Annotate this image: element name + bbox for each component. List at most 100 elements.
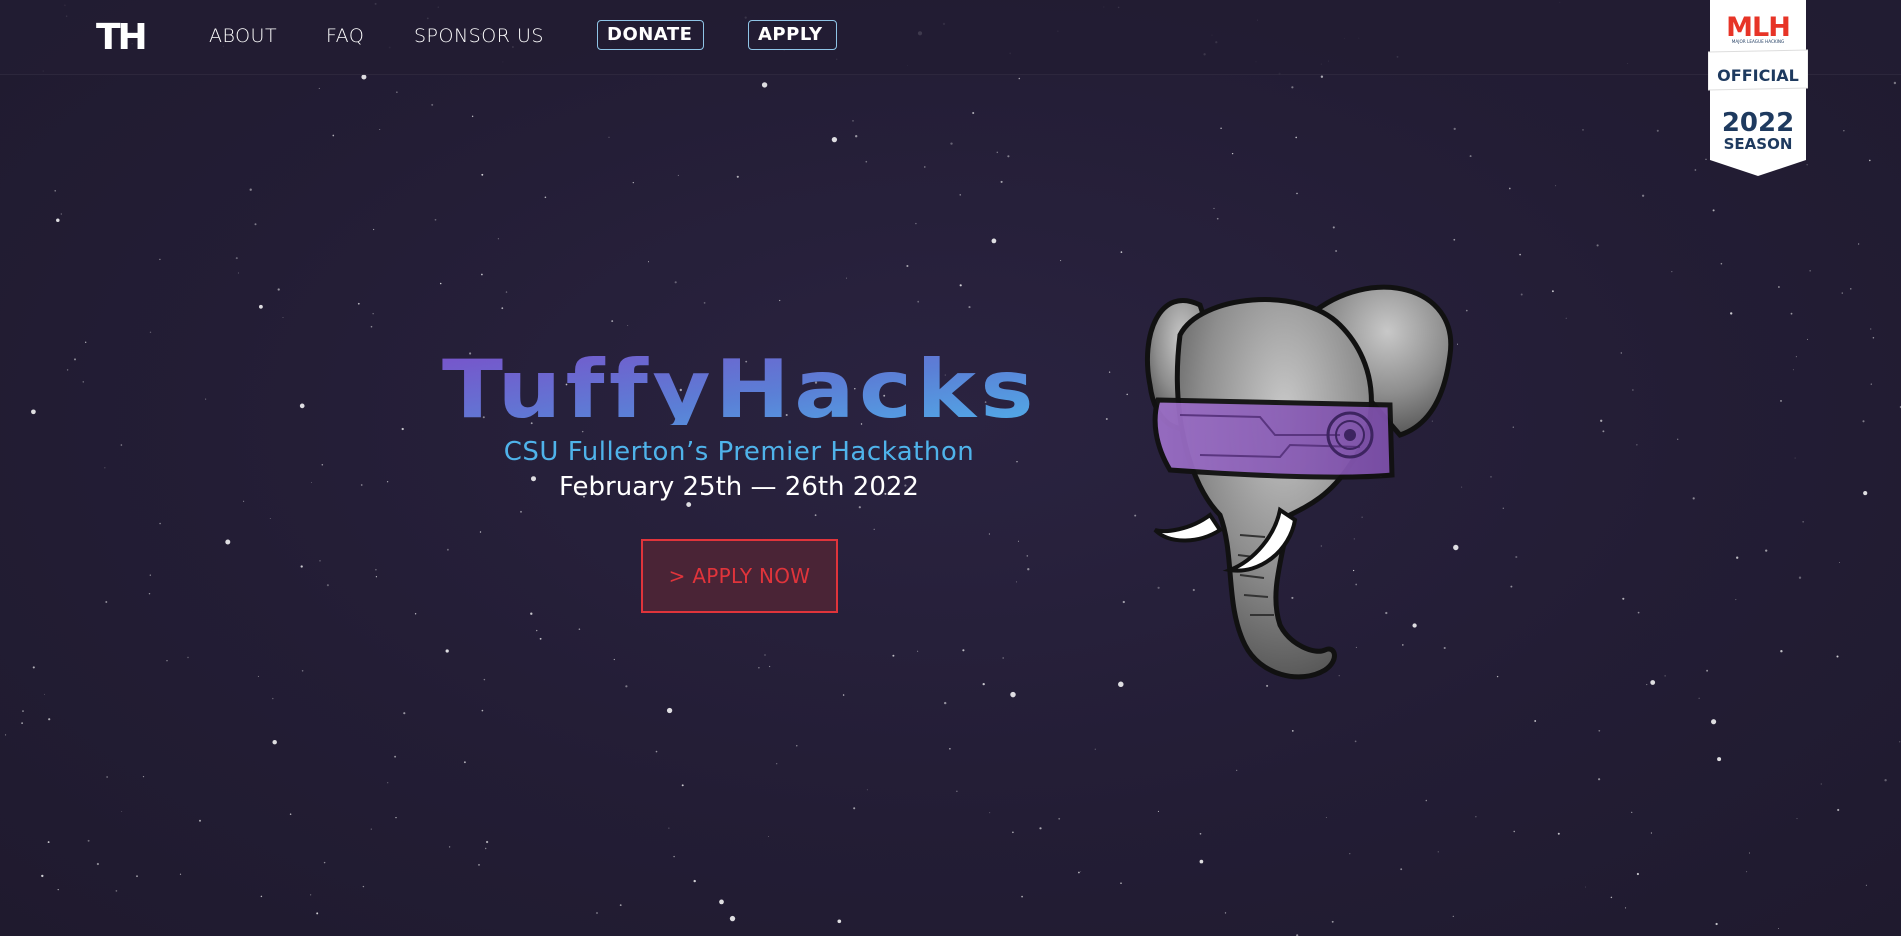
tuffyhacks-logo[interactable]: TH	[96, 16, 156, 56]
star	[254, 223, 257, 226]
star	[1216, 217, 1219, 220]
star	[1765, 549, 1768, 552]
star	[1400, 868, 1403, 871]
star	[1636, 444, 1638, 446]
star	[1015, 581, 1018, 583]
star	[105, 601, 108, 603]
star	[686, 502, 692, 508]
star	[44, 693, 45, 695]
star	[530, 612, 533, 615]
star	[120, 444, 123, 446]
star	[1453, 127, 1456, 131]
star	[1157, 810, 1159, 812]
star	[1796, 818, 1798, 820]
star	[282, 316, 284, 318]
star	[666, 707, 673, 714]
star	[1636, 872, 1639, 876]
star	[463, 761, 466, 764]
star	[1646, 684, 1648, 686]
hero-subtitle: CSU Fullerton’s Premier Hackathon	[503, 437, 975, 467]
star	[796, 745, 798, 747]
star	[414, 613, 417, 615]
star	[520, 510, 522, 513]
star	[1694, 169, 1697, 171]
star	[375, 568, 377, 571]
star	[1620, 352, 1623, 354]
star	[1837, 808, 1840, 812]
star	[1869, 159, 1871, 162]
star	[1469, 155, 1472, 158]
star	[1496, 675, 1499, 678]
star	[148, 592, 151, 595]
star	[949, 748, 951, 750]
star	[1736, 556, 1739, 559]
star	[1018, 77, 1021, 80]
star	[632, 181, 634, 184]
star	[581, 430, 584, 433]
star	[814, 514, 817, 517]
star	[299, 403, 305, 409]
star	[235, 257, 238, 260]
star	[372, 313, 374, 315]
star	[1012, 831, 1014, 834]
star	[310, 894, 312, 896]
star	[729, 915, 736, 922]
star	[1600, 419, 1603, 422]
hero-title: TuffyHacks	[442, 345, 1038, 425]
star	[924, 166, 926, 168]
star	[991, 238, 997, 244]
star	[1870, 328, 1872, 330]
apply-now-button[interactable]: > APPLY NOW	[641, 539, 838, 613]
star	[1730, 312, 1733, 315]
star	[544, 196, 547, 199]
mlh-official-badge[interactable]: MLH MAJOR LEAGUE HACKING OFFICIAL 2022 S…	[1708, 0, 1808, 176]
star	[758, 667, 760, 669]
star	[1870, 383, 1872, 385]
star	[54, 190, 56, 192]
star	[768, 836, 770, 837]
mlh-season: SEASON	[1724, 135, 1793, 153]
donate-button[interactable]: DONATE	[597, 20, 704, 50]
star	[1551, 290, 1554, 293]
star	[988, 533, 990, 535]
mlh-official-label: OFFICIAL	[1717, 66, 1799, 85]
star	[370, 325, 373, 328]
star	[446, 548, 449, 551]
star	[1060, 260, 1062, 262]
apply-button[interactable]: APPLY	[748, 20, 837, 50]
star	[31, 409, 36, 415]
star	[1794, 457, 1796, 459]
star	[323, 861, 326, 864]
star	[149, 574, 151, 576]
star	[989, 812, 991, 814]
star	[776, 763, 778, 765]
star	[1893, 81, 1897, 85]
nav-link-about[interactable]: ABOUT	[209, 25, 277, 47]
star	[1039, 827, 1042, 830]
star	[403, 712, 406, 715]
star	[956, 790, 958, 792]
star	[1231, 152, 1234, 155]
star	[1650, 680, 1656, 685]
star	[1705, 158, 1707, 160]
star	[1510, 585, 1513, 588]
star	[1080, 871, 1082, 872]
star	[21, 722, 23, 724]
star	[448, 846, 451, 848]
star	[855, 135, 858, 138]
star	[1717, 757, 1722, 762]
star	[1534, 720, 1537, 722]
star	[1490, 476, 1492, 478]
star	[1122, 600, 1125, 604]
star	[1778, 927, 1779, 929]
star	[243, 500, 245, 502]
star	[357, 302, 360, 305]
hero-title-wordmark: TuffyHacks	[442, 345, 1038, 425]
star	[1780, 650, 1783, 653]
star	[655, 750, 658, 753]
nav-link-sponsor-us[interactable]: SPONSOR US	[414, 25, 544, 47]
nav-link-faq[interactable]: FAQ	[326, 25, 364, 47]
star	[1058, 817, 1061, 820]
star	[1857, 243, 1860, 245]
star	[104, 467, 106, 469]
